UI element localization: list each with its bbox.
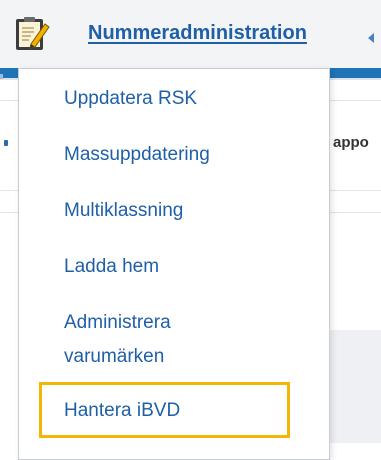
menu-item-multiklassning[interactable]: Multiklassning bbox=[64, 194, 183, 228]
bullet-icon bbox=[4, 140, 8, 146]
menu-item-administrera-varumarken[interactable]: Administrera varumärken bbox=[64, 306, 264, 374]
background-partial-text: appo bbox=[333, 134, 369, 151]
menu-header: Nummeradministration bbox=[0, 0, 381, 68]
nav-bullet-icon bbox=[0, 74, 3, 79]
menu-item-ladda-hem[interactable]: Ladda hem bbox=[64, 250, 159, 284]
chevron-left-icon[interactable] bbox=[368, 33, 374, 43]
page-side-panel bbox=[330, 330, 381, 443]
clipboard-edit-icon bbox=[16, 17, 50, 50]
menu-title-link[interactable]: Nummeradministration bbox=[88, 22, 307, 45]
highlight-box bbox=[39, 382, 290, 438]
menu-item-massuppdatering[interactable]: Massuppdatering bbox=[64, 138, 210, 172]
menu-item-uppdatera-rsk[interactable]: Uppdatera RSK bbox=[64, 82, 197, 116]
